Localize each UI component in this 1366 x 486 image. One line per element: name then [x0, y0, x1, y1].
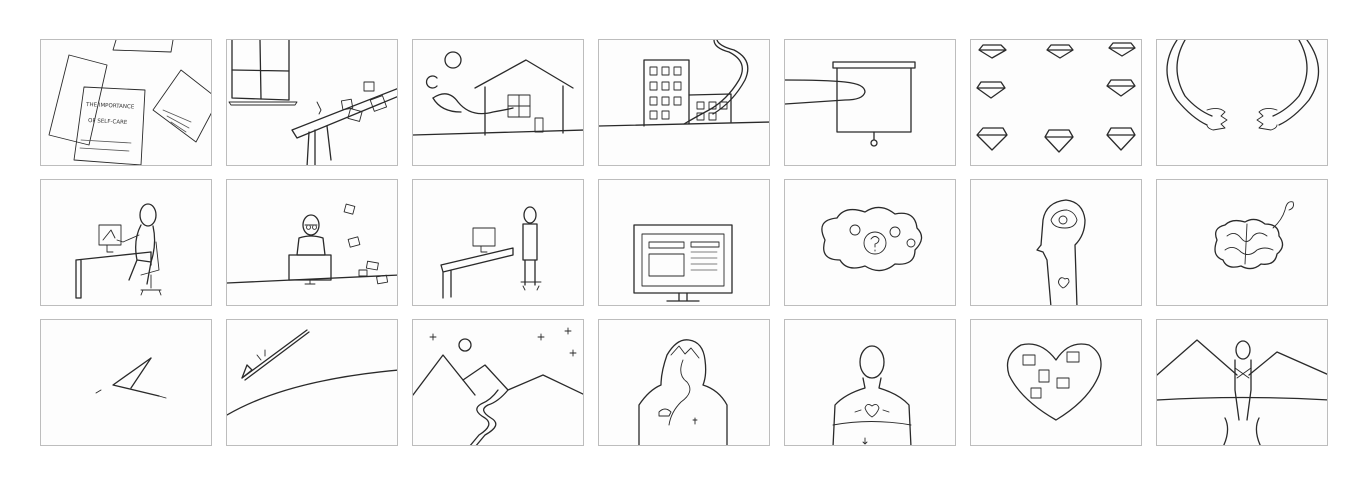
panel-city-buildings [598, 39, 770, 166]
document-title-line-1: THE IMPORTANCE [85, 102, 135, 111]
panel-standing-by-desk [412, 179, 584, 306]
panel-house [412, 39, 584, 166]
panel-gems [970, 39, 1142, 166]
panel-papers: THE IMPORTANCE OF SELF-CARE [40, 39, 212, 166]
storyboard-grid: THE IMPORTANCE OF SELF-CARE [40, 39, 1330, 446]
panel-brain [1156, 179, 1328, 306]
panel-desk-window [226, 39, 398, 166]
panel-hug-arms [1156, 39, 1328, 166]
panel-monitor-screen [598, 179, 770, 306]
panel-head-profile [970, 179, 1142, 306]
panel-paper-plane [40, 319, 212, 446]
panel-office-worker [226, 179, 398, 306]
panel-mountains-river [412, 319, 584, 446]
panel-thought-cloud [784, 179, 956, 306]
panel-person-mountains [1156, 319, 1328, 446]
panel-heart-pictures [970, 319, 1142, 446]
panel-person-landscape [598, 319, 770, 446]
panel-heart-person [784, 319, 956, 446]
panel-person-at-computer [40, 179, 212, 306]
panel-presentation-board [784, 39, 956, 166]
panel-plane-landscape [226, 319, 398, 446]
